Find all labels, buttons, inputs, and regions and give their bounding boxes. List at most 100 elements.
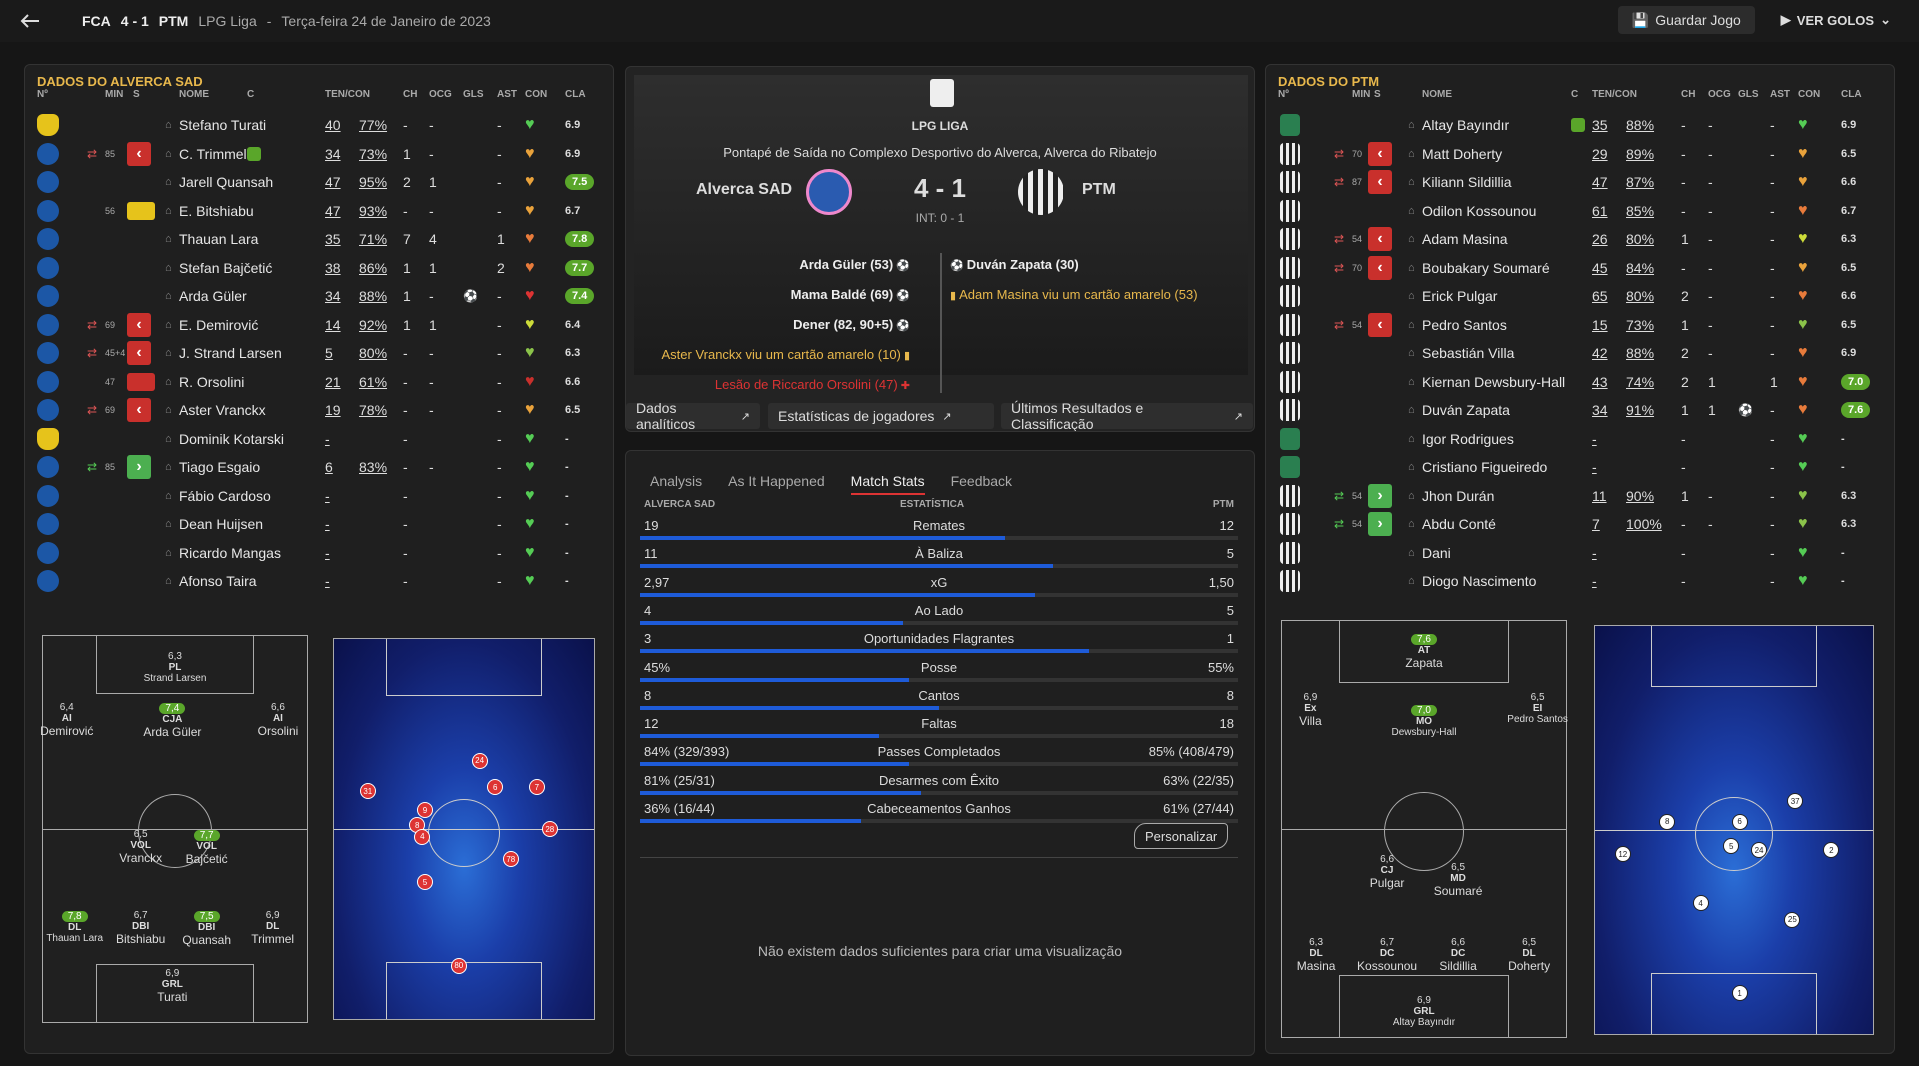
formation-player[interactable]: 6,9 GRL Turati [132, 968, 212, 1004]
player-row[interactable]: ⌂ Igor Rodrigues - - - ♥ - [1266, 425, 1894, 453]
column-header-con[interactable]: CON [525, 89, 547, 100]
player-row[interactable]: ⇄ 54 › ⌂ Abdu Conté 7 100% - - - ♥ 6.3 [1266, 510, 1894, 538]
column-header-ocg[interactable]: OCG [1708, 89, 1731, 100]
player-name[interactable]: Abdu Conté [1422, 510, 1496, 538]
player-row[interactable]: ⌂ Thauan Lara 35 71% 7 4 1 ♥ 7.8 [25, 225, 613, 253]
player-name[interactable]: Jarell Quansah [179, 168, 273, 196]
player-position-marker[interactable]: 1 [1731, 985, 1748, 1002]
player-name[interactable]: Arda Güler [179, 282, 247, 310]
player-row[interactable]: ⌂ Ricardo Mangas - - - ♥ - [25, 539, 613, 567]
player-name[interactable]: Adam Masina [1422, 225, 1508, 253]
player-name[interactable]: E. Demirović [179, 311, 258, 339]
player-position-marker[interactable]: 9 [417, 802, 433, 818]
formation-player[interactable]: 6,9 DL Trimmel [233, 910, 313, 946]
player-row[interactable]: ⌂ Cristiano Figueiredo - - - ♥ - [1266, 453, 1894, 481]
competition[interactable]: LPG Liga [198, 13, 256, 29]
customize-button[interactable]: Personalizar [1134, 823, 1229, 849]
formation-player[interactable]: 6,5 EI Pedro Santos [1498, 692, 1578, 725]
formation-player[interactable]: 6,6 AI Orsolini [238, 702, 318, 738]
formation-player[interactable]: 6,5 DL Doherty [1489, 937, 1569, 973]
player-name[interactable]: Sebastián Villa [1422, 339, 1514, 367]
player-row[interactable]: ⌂ Fábio Cardoso - - - ♥ - [25, 482, 613, 510]
save-game-button[interactable]: 💾 Guardar Jogo [1617, 6, 1755, 34]
player-row[interactable]: ⌂ Erick Pulgar 65 80% 2 - - ♥ 6.6 [1266, 282, 1894, 310]
player-row[interactable]: ⌂ Dominik Kotarski - - - ♥ - [25, 425, 613, 453]
player-row[interactable]: ⇄ 70 ‹ ⌂ Boubakary Soumaré 45 84% - - - ♥ 6.5 [1266, 254, 1894, 282]
player-row[interactable]: ⌂ Duván Zapata 34 91% 1 1 ⚽ - ♥ 7.6 [1266, 396, 1894, 424]
player-row[interactable]: ⇄ 85 › ⌂ Tiago Esgaio 6 83% - - - ♥ - [25, 453, 613, 481]
player-row[interactable]: ⇄ 45+4 ‹ ⌂ J. Strand Larsen 5 80% - - - ♥ 6.3 [25, 339, 613, 367]
player-row[interactable]: ⌂ Sebastián Villa 42 88% 2 - - ♥ 6.9 [1266, 339, 1894, 367]
player-row[interactable]: ⌂ Afonso Taira - - - ♥ - [25, 567, 613, 595]
player-name[interactable]: Aster Vranckx [179, 396, 266, 424]
stats-tab[interactable]: Analysis [650, 473, 702, 495]
formation-player[interactable]: 6,3 PL Strand Larsen [135, 651, 215, 684]
column-header-num[interactable]: Nº [37, 89, 48, 100]
player-name[interactable]: Matt Doherty [1422, 140, 1502, 168]
column-header-gls[interactable]: GLS [463, 89, 484, 100]
player-position-marker[interactable]: 24 [471, 752, 488, 769]
formation-player[interactable]: 7,6 AT Zapata [1384, 633, 1464, 670]
player-row[interactable]: 56 ⌂ E. Bitshiabu 47 93% - - - ♥ 6.7 [25, 197, 613, 225]
player-position-marker[interactable]: 25 [1784, 911, 1801, 928]
column-header-tc[interactable]: TEN/CON [1592, 89, 1637, 100]
column-header-ch[interactable]: CH [403, 89, 417, 100]
player-row[interactable]: ⌂ Altay Bayındır 35 88% - - - ♥ 6.9 [1266, 111, 1894, 139]
match-subtab[interactable]: Últimos Resultados e Classificação ↗ [1001, 400, 1253, 431]
player-name[interactable]: Afonso Taira [179, 567, 257, 595]
player-row[interactable]: ⌂ Stefan Bajčetić 38 86% 1 1 2 ♥ 7.7 [25, 254, 613, 282]
player-position-marker[interactable]: 80 [450, 957, 467, 974]
player-name[interactable]: Boubakary Soumaré [1422, 254, 1550, 282]
column-header-s[interactable]: S [1374, 89, 1381, 100]
stats-tab[interactable]: Match Stats [850, 473, 925, 495]
player-position-marker[interactable]: 12 [1614, 846, 1631, 863]
formation-player[interactable]: 7,0 MO Dewsbury-Hall [1384, 704, 1464, 738]
column-header-tc[interactable]: TEN/CON [325, 89, 370, 100]
player-row[interactable]: ⌂ Dean Huijsen - - - ♥ - [25, 510, 613, 538]
formation-player[interactable]: 6,9 GRL Altay Bayındır [1384, 995, 1464, 1028]
player-position-marker[interactable]: 37 [1787, 793, 1804, 810]
match-subtab[interactable]: Dados analíticos ↗ [626, 400, 760, 431]
column-header-name[interactable]: NOME [179, 89, 209, 100]
stats-tab[interactable]: As It Happened [728, 473, 825, 495]
player-name[interactable]: Stefano Turati [179, 111, 266, 139]
away-abbr[interactable]: PTM [159, 13, 189, 29]
formation-player[interactable]: 6,5 MD Soumaré [1418, 862, 1498, 898]
player-row[interactable]: ⌂ Odilon Kossounou 61 85% - - - ♥ 6.7 [1266, 197, 1894, 225]
column-header-ocg[interactable]: OCG [429, 89, 452, 100]
player-name[interactable]: E. Bitshiabu [179, 197, 254, 225]
formation-player[interactable]: 6,7 DC Kossounou [1347, 937, 1427, 973]
column-header-num[interactable]: Nº [1278, 89, 1289, 100]
player-name[interactable]: Cristiano Figueiredo [1422, 453, 1547, 481]
player-row[interactable]: ⇄ 70 ‹ ⌂ Matt Doherty 29 89% - - - ♥ 6.5 [1266, 140, 1894, 168]
column-header-name[interactable]: NOME [1422, 89, 1452, 100]
formation-player[interactable]: 6,6 CJ Pulgar [1347, 854, 1427, 890]
column-header-ast[interactable]: AST [1770, 89, 1790, 100]
player-row[interactable]: ⌂ Diogo Nascimento - - - ♥ - [1266, 567, 1894, 595]
player-row[interactable]: ⇄ 69 ‹ ⌂ E. Demirović 14 92% 1 1 - ♥ 6.4 [25, 311, 613, 339]
player-name[interactable]: J. Strand Larsen [179, 339, 282, 367]
player-name[interactable]: Dani [1422, 539, 1451, 567]
player-position-marker[interactable]: 28 [541, 821, 558, 837]
column-header-con[interactable]: CON [1798, 89, 1820, 100]
player-row[interactable]: ⇄ 85 ‹ ⌂ C. Trimmel 34 73% 1 - - ♥ 6.9 [25, 140, 613, 168]
formation-player[interactable]: 6,3 DL Masina [1276, 937, 1356, 973]
player-row[interactable]: ⇄ 54 ‹ ⌂ Pedro Santos 15 73% 1 - - ♥ 6.5 [1266, 311, 1894, 339]
player-position-marker[interactable]: 5 [417, 874, 433, 891]
player-row[interactable]: ⇄ 69 ‹ ⌂ Aster Vranckx 19 78% - - - ♥ 6.5 [25, 396, 613, 424]
player-row[interactable]: ⌂ Jarell Quansah 47 95% 2 1 - ♥ 7.5 [25, 168, 613, 196]
player-row[interactable]: ⇄ 54 › ⌂ Jhon Durán 11 90% 1 - - ♥ 6.3 [1266, 482, 1894, 510]
player-name[interactable]: Stefan Bajčetić [179, 254, 272, 282]
player-row[interactable]: ⇄ 54 ‹ ⌂ Adam Masina 26 80% 1 - - ♥ 6.3 [1266, 225, 1894, 253]
player-position-marker[interactable]: 6 [487, 779, 504, 796]
column-header-c[interactable]: C [247, 89, 254, 100]
player-position-marker[interactable]: 6 [1731, 813, 1748, 830]
column-header-gls[interactable]: GLS [1738, 89, 1759, 100]
player-name[interactable]: Pedro Santos [1422, 311, 1507, 339]
column-header-s[interactable]: S [133, 89, 140, 100]
back-arrow-icon[interactable] [14, 5, 46, 37]
player-row[interactable]: ⌂ Dani - - - ♥ - [1266, 539, 1894, 567]
player-name[interactable]: Jhon Durán [1422, 482, 1494, 510]
player-row[interactable]: ⌂ Kiernan Dewsbury-Hall 43 74% 2 1 1 ♥ 7.0 [1266, 368, 1894, 396]
player-position-marker[interactable]: 4 [414, 828, 431, 845]
